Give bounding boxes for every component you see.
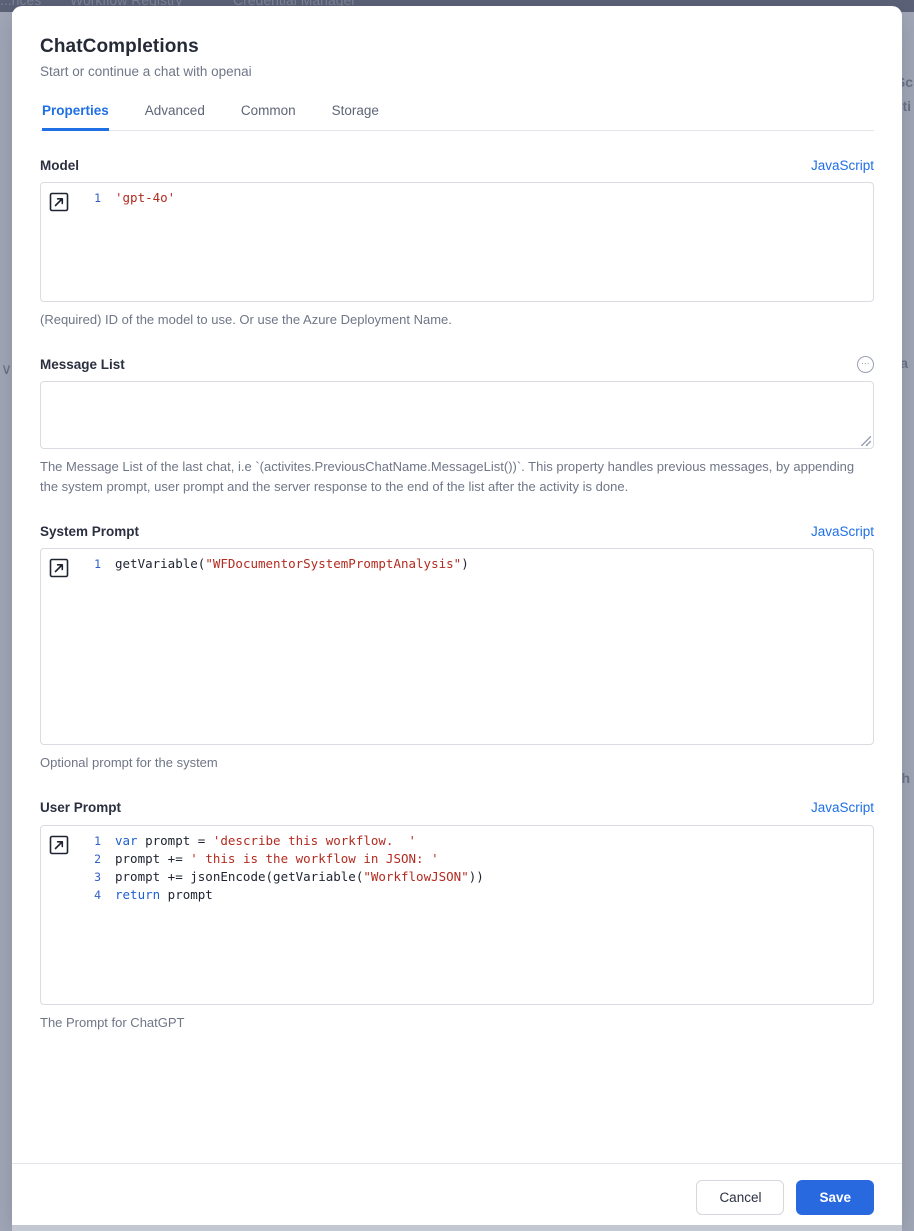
line-number: 1 [94,557,101,572]
system-prompt-code-content[interactable]: 1 getVariable( "WFDocumentorSystemPrompt… [41,549,873,744]
code-token: ) [461,556,469,572]
field-message-list: Message List … The Message List of the l… [40,354,874,497]
code-line: 4 return prompt [79,886,865,904]
field-model-help: (Required) ID of the model to use. Or us… [40,312,452,327]
user-prompt-code-editor[interactable]: 1 var prompt = 'describe this workflow. … [40,824,874,1005]
expand-icon[interactable] [49,835,69,855]
tab-storage[interactable]: Storage [332,99,379,131]
code-token: var [115,832,138,848]
field-user-prompt-label: User Prompt [40,800,122,816]
page-title: ChatCompletions [40,36,199,57]
field-model-language-link[interactable]: JavaScript [811,158,874,173]
save-button[interactable]: Save [796,1180,874,1215]
line-number: 4 [94,887,101,902]
dialog-header: ChatCompletions Start or continue a chat… [40,6,874,79]
field-system-prompt: System Prompt JavaScript 1 getVariable( … [40,521,874,773]
code-line: 1 getVariable( "WFDocumentorSystemPrompt… [79,555,865,573]
dialog-subtitle: Start or continue a chat with openai [40,64,252,79]
field-model: Model JavaScript 1 'gpt-4o' (Required) I… [40,155,874,330]
cancel-button[interactable]: Cancel [696,1180,785,1215]
message-list-input-wrapper[interactable] [40,381,874,450]
field-message-list-header: Message List … [40,354,874,374]
field-user-prompt-help: The Prompt for ChatGPT [40,1014,185,1030]
code-token: return [115,886,161,902]
line-number: 3 [94,869,101,884]
background-left-strip [0,12,12,1231]
field-user-prompt-language-link[interactable]: JavaScript [811,800,874,815]
code-token: 'gpt-4o' [115,190,176,205]
code-token: prompt += jsonEncode(getVariable( [115,868,364,884]
field-user-prompt: User Prompt JavaScript 1 var prompt = 'd… [40,798,874,1033]
background-right-text: h [901,770,910,786]
code-line: 3 prompt += jsonEncode(getVariable( "Wor… [79,868,865,886]
background-left-glyph: ∨ [1,361,12,378]
line-number: 1 [94,191,101,205]
model-code-content[interactable]: 1 'gpt-4o' [41,183,873,301]
dialog-footer: Cancel Save [12,1163,902,1231]
code-token: getVariable( [115,556,206,572]
field-model-header: Model JavaScript [40,155,874,175]
field-message-list-label: Message List [40,356,125,372]
field-system-prompt-label: System Prompt [40,523,140,539]
ellipsis-icon[interactable]: … [857,355,874,373]
expand-icon[interactable] [49,192,69,212]
resize-handle[interactable] [861,436,871,447]
code-token: ' this is the workflow in JSON: ' [190,850,439,866]
user-prompt-code-content[interactable]: 1 var prompt = 'describe this workflow. … [41,826,873,1004]
tab-properties[interactable]: Properties [42,99,109,131]
tab-common[interactable]: Common [241,99,296,131]
tab-advanced[interactable]: Advanced [145,99,205,131]
code-token: prompt = [137,832,213,848]
field-system-prompt-language-link[interactable]: JavaScript [811,524,874,539]
field-message-list-help: The Message List of the last chat, i.e `… [40,459,855,495]
code-token: "WFDocumentorSystemPromptAnalysis" [205,556,462,572]
message-list-input[interactable] [41,382,873,448]
model-code-editor[interactable]: 1 'gpt-4o' [40,182,874,302]
activity-settings-dialog: ChatCompletions Start or continue a chat… [12,6,902,1231]
tab-bar: Properties Advanced Common Storage [40,99,874,131]
line-number: 2 [94,851,101,866]
background-right-text: ti [902,98,911,114]
line-number: 1 [94,833,101,848]
background-right-shade [900,12,914,1231]
dialog-bottom-edge [12,1225,902,1231]
code-line: 1 var prompt = 'describe this workflow. … [79,832,865,850]
code-token: )) [468,868,484,884]
field-user-prompt-header: User Prompt JavaScript [40,798,874,818]
code-token: prompt += [115,850,191,866]
code-token: prompt [160,886,213,902]
field-system-prompt-help: Optional prompt for the system [40,755,218,771]
expand-icon[interactable] [49,558,69,578]
field-system-prompt-header: System Prompt JavaScript [40,521,874,541]
dialog-scroll-area[interactable]: ChatCompletions Start or continue a chat… [12,6,902,1163]
code-token: 'describe this workflow. ' [212,832,417,848]
system-prompt-code-editor[interactable]: 1 getVariable( "WFDocumentorSystemPrompt… [40,548,874,746]
code-line: 2 prompt += ' this is the workflow in JS… [79,850,865,868]
code-line: 1 'gpt-4o' [79,189,865,207]
code-token: "WorkflowJSON" [363,868,469,884]
field-model-label: Model [40,157,79,173]
